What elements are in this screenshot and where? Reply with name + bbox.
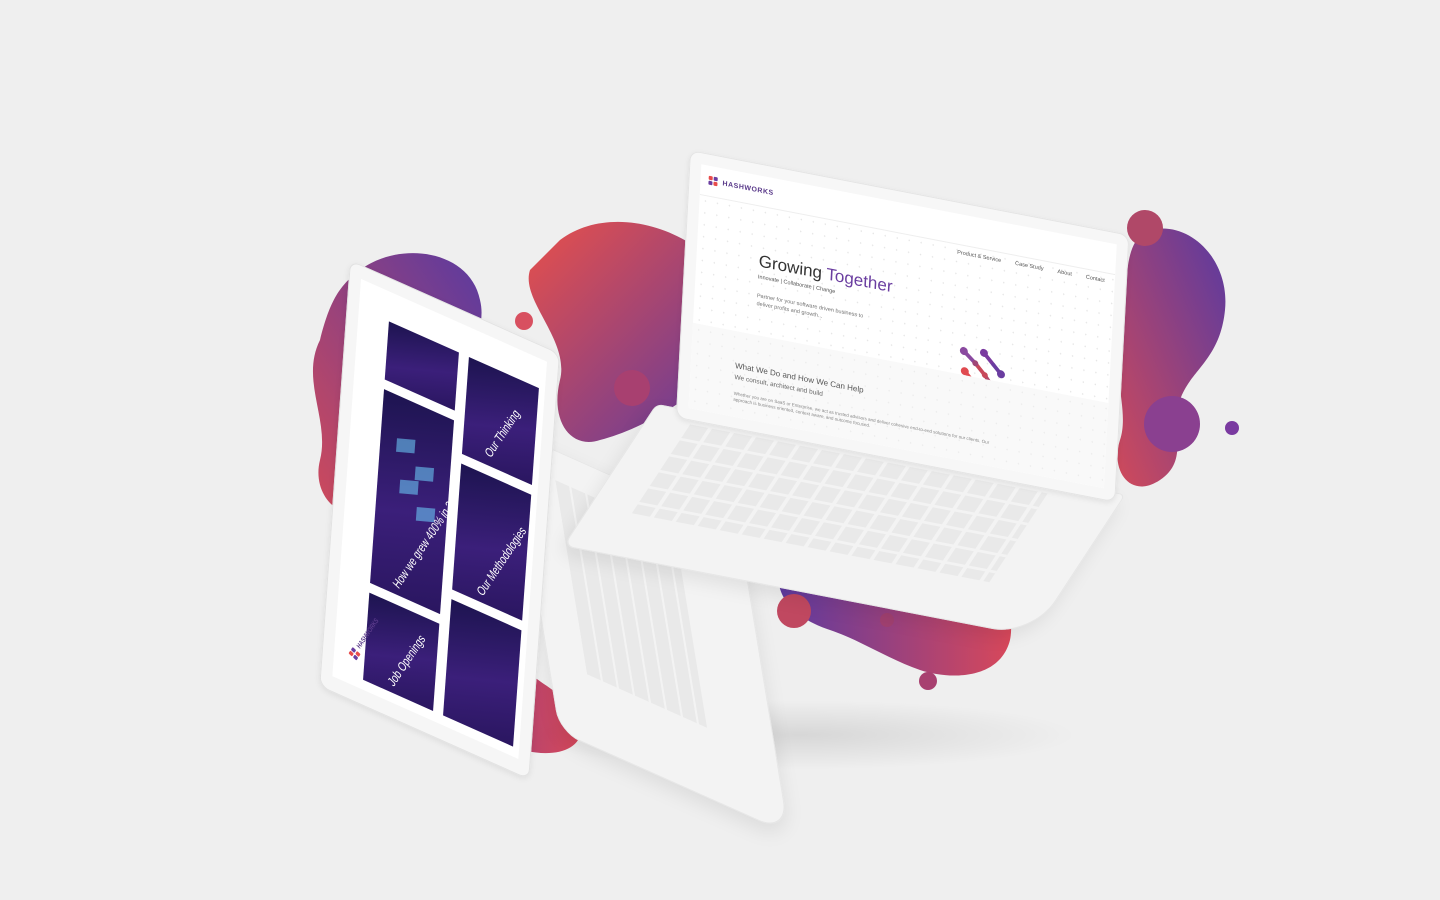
right-laptop: HASHWORKS Product & Service Case Study A… xyxy=(563,150,1159,697)
left-laptop-lid: Our Thinking How we grew 400% in 3 Years… xyxy=(319,260,560,780)
mockup-stage: Our Thinking How we grew 400% in 3 Years… xyxy=(0,0,1440,900)
tile-extra[interactable] xyxy=(443,599,522,747)
tile-label: Job Openings xyxy=(385,632,429,690)
site-logo-text: HASHWORKS xyxy=(722,179,774,197)
tile-label: Our Methodologies xyxy=(474,524,530,600)
tile-label: Our Thinking xyxy=(482,406,523,461)
site-logo[interactable]: HASHWORKS xyxy=(708,175,774,198)
hashworks-logo-icon xyxy=(708,175,719,188)
left-laptop-screen: Our Thinking How we grew 400% in 3 Years… xyxy=(332,278,548,759)
tile-our-thinking[interactable]: Our Thinking xyxy=(461,356,539,486)
tile-job-openings[interactable]: Job Openings xyxy=(363,592,440,711)
tile-growth-story[interactable]: How we grew 400% in 3 Years xyxy=(370,389,471,615)
tile-methodologies[interactable]: Our Methodologies xyxy=(452,463,532,621)
